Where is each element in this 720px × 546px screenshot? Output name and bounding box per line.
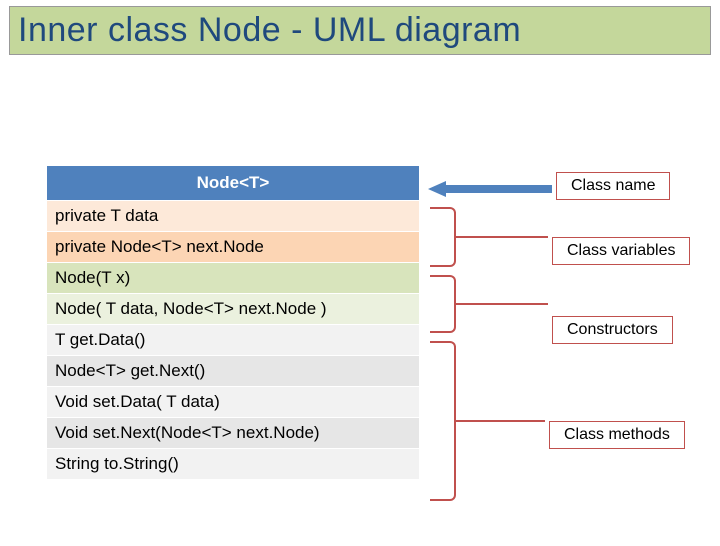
uml-method-row: T get.Data() — [47, 325, 420, 356]
uml-variable-row: private Node<T> next.Node — [47, 232, 420, 263]
uml-method-row: Void set.Next(Node<T> next.Node) — [47, 418, 420, 449]
diagram-area: Node<T> private T data private Node<T> n… — [0, 55, 720, 515]
label-class-methods: Class methods — [549, 421, 685, 449]
label-class-name: Class name — [556, 172, 670, 200]
uml-method-row: Void set.Data( T data) — [47, 387, 420, 418]
label-constructors: Constructors — [552, 316, 673, 344]
page-title: Inner class Node - UML diagram — [9, 6, 711, 55]
bracket-icon — [430, 341, 456, 501]
arrow-icon — [428, 181, 552, 197]
uml-variable-row: private T data — [47, 201, 420, 232]
uml-constructor-row: Node( T data, Node<T> next.Node ) — [47, 294, 420, 325]
bracket-icon — [430, 275, 456, 333]
bracket-icon — [430, 207, 456, 267]
uml-class-table: Node<T> private T data private Node<T> n… — [46, 165, 420, 480]
uml-method-row: String to.String() — [47, 449, 420, 480]
uml-constructor-row: Node(T x) — [47, 263, 420, 294]
uml-class-name: Node<T> — [47, 166, 420, 201]
uml-method-row: Node<T> get.Next() — [47, 356, 420, 387]
label-class-variables: Class variables — [552, 237, 690, 265]
